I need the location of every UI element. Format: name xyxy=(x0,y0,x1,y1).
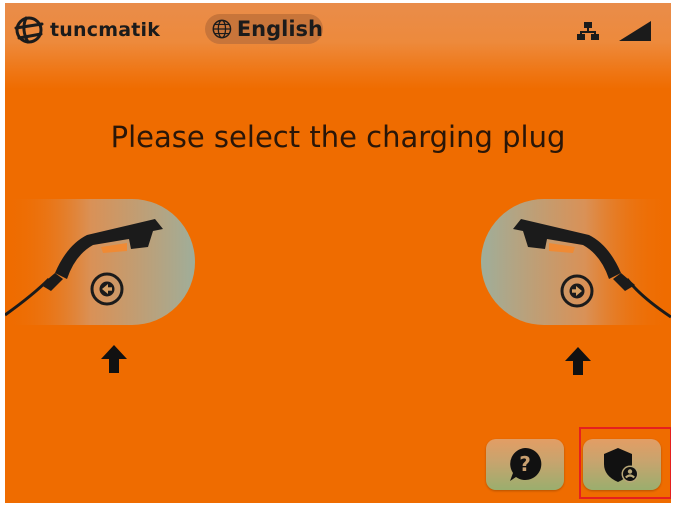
left-plug-card[interactable] xyxy=(5,199,195,325)
network-icon xyxy=(577,22,599,40)
globe-icon xyxy=(212,19,232,39)
admin-button[interactable] xyxy=(583,439,661,490)
svg-text:?: ? xyxy=(519,452,531,476)
logo-text: tuncmatik xyxy=(50,19,161,41)
shield-user-icon xyxy=(604,447,639,482)
up-arrow-right-icon xyxy=(565,347,591,375)
language-selector[interactable]: English xyxy=(205,14,323,44)
right-plug-card[interactable] xyxy=(481,199,671,325)
help-button[interactable]: ? xyxy=(486,439,564,490)
question-bubble-icon: ? xyxy=(510,447,542,481)
charger-screen: tuncmatik English Please select the char… xyxy=(5,3,671,503)
language-label: English xyxy=(236,17,323,41)
header-bar: tuncmatik English xyxy=(5,3,671,89)
page-title: Please select the charging plug xyxy=(110,120,566,154)
signal-icon xyxy=(619,21,651,41)
logo-mark-icon xyxy=(14,16,44,44)
up-arrow-left-icon xyxy=(101,345,127,373)
logo: tuncmatik xyxy=(12,13,160,47)
